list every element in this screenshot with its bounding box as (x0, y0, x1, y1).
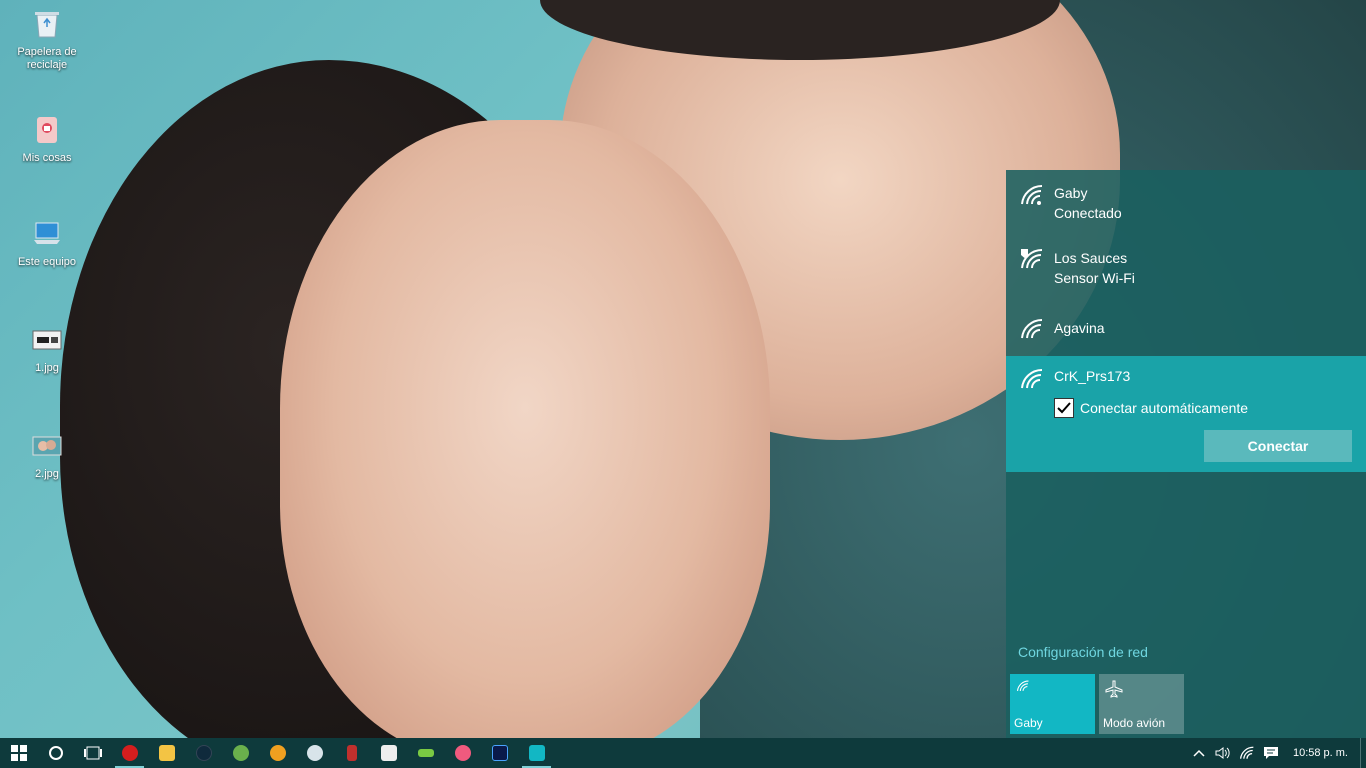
folder-icon (158, 745, 175, 761)
taskbar-app-lightning[interactable] (259, 738, 296, 768)
wallpaper-face-left (280, 120, 770, 738)
steam-icon (306, 745, 323, 761)
photoshop-icon (491, 745, 508, 761)
auto-connect-checkbox[interactable] (1054, 398, 1074, 418)
desktop-icon-mis-cosas[interactable]: Mis cosas (8, 114, 86, 165)
connect-button[interactable]: Conectar (1204, 430, 1352, 462)
desktop-icon-label: Este equipo (17, 256, 77, 268)
opera-icon (121, 745, 138, 761)
network-item-crk-prs173[interactable]: CrK_Prs173 Conectar automáticamente Cone… (1006, 356, 1366, 472)
airplane-tile-label: Modo avión (1103, 716, 1166, 730)
app-icon (454, 745, 471, 761)
recycle-bin-icon (31, 8, 63, 40)
wifi-icon (1017, 680, 1029, 692)
desktop-icon-label: Papelera de reciclaje (17, 46, 77, 71)
taskbar-app-game[interactable] (370, 738, 407, 768)
taskbar-app-photoshop[interactable] (481, 738, 518, 768)
chevron-up-icon[interactable] (1187, 738, 1211, 768)
lightning-icon (269, 745, 286, 761)
taskbar-app-dark[interactable] (185, 738, 222, 768)
task-view-button[interactable] (74, 738, 111, 768)
taskbar-app-utorrent[interactable] (222, 738, 259, 768)
auto-connect-label: Conectar automáticamente (1080, 400, 1249, 416)
gear-icon (528, 745, 545, 761)
app-icon (417, 749, 434, 757)
taskbar-app-opera[interactable] (111, 738, 148, 768)
app-icon (195, 745, 212, 761)
taskbar-app-green[interactable] (407, 738, 444, 768)
system-tray: 10:58 p. m. (1187, 738, 1366, 768)
network-name: Gaby (1054, 185, 1088, 201)
taskbar-app-red[interactable] (333, 738, 370, 768)
image-file-icon (31, 324, 63, 356)
wifi-tray-icon[interactable] (1235, 738, 1259, 768)
desktop-icon-label: Mis cosas (22, 152, 72, 164)
desktop-icon-label: 2.jpg (35, 468, 59, 480)
taskbar-app-steam[interactable] (296, 738, 333, 768)
search-button[interactable] (37, 738, 74, 768)
wifi-tile-label: Gaby (1014, 716, 1043, 730)
action-center-icon[interactable] (1259, 738, 1283, 768)
windows-logo-icon (10, 745, 27, 761)
game-icon (380, 745, 397, 761)
network-item-gaby[interactable]: Gaby Conectado (1006, 170, 1366, 234)
auto-connect-row[interactable]: Conectar automáticamente (1054, 398, 1248, 418)
computer-icon (31, 218, 63, 250)
network-item-los-sauces[interactable]: Los Sauces Sensor Wi-Fi (1006, 234, 1366, 304)
network-status: Sensor Wi-Fi (1054, 270, 1135, 286)
desktop-icon-este-equipo[interactable]: Este equipo (8, 218, 86, 269)
taskbar-app-pink[interactable] (444, 738, 481, 768)
desktop-icon-1-jpg[interactable]: 1.jpg (8, 324, 86, 375)
network-name: Los Sauces (1054, 250, 1128, 266)
task-view-icon (83, 746, 102, 760)
folder-icon (31, 114, 63, 146)
volume-icon[interactable] (1211, 738, 1235, 768)
desktop-icon-2-jpg[interactable]: 2.jpg (8, 430, 86, 481)
taskbar-clock[interactable]: 10:58 p. m. (1283, 747, 1360, 759)
taskbar-app-file-explorer[interactable] (148, 738, 185, 768)
desktop-icon-label: 1.jpg (35, 362, 59, 374)
start-button[interactable] (0, 738, 37, 768)
wifi-sense-icon (1021, 248, 1043, 269)
cortana-circle-icon (48, 746, 63, 760)
checkmark-icon (1057, 402, 1071, 414)
desktop-icon-recycle-bin[interactable]: Papelera de reciclaje (8, 8, 86, 72)
app-icon (346, 745, 357, 761)
network-flyout: Gaby Conectado Los Sauces Sensor Wi-Fi A… (1006, 170, 1366, 738)
network-name: Agavina (1054, 320, 1105, 336)
network-settings-link[interactable]: Configuración de red (1018, 644, 1148, 660)
network-item-agavina[interactable]: Agavina (1006, 304, 1366, 356)
airplane-icon (1105, 680, 1123, 698)
wifi-signal-icon (1021, 368, 1043, 389)
show-desktop-button[interactable] (1360, 738, 1366, 768)
wifi-signal-icon (1021, 318, 1043, 339)
taskbar: 10:58 p. m. (0, 738, 1366, 768)
airplane-mode-tile[interactable]: Modo avión (1099, 674, 1184, 734)
network-status: Conectado (1054, 205, 1122, 221)
taskbar-app-settings[interactable] (518, 738, 555, 768)
network-name: CrK_Prs173 (1054, 368, 1131, 384)
wifi-signal-icon (1021, 184, 1043, 205)
utorrent-icon (232, 745, 249, 761)
image-file-icon (31, 430, 63, 462)
wifi-toggle-tile[interactable]: Gaby (1010, 674, 1095, 734)
